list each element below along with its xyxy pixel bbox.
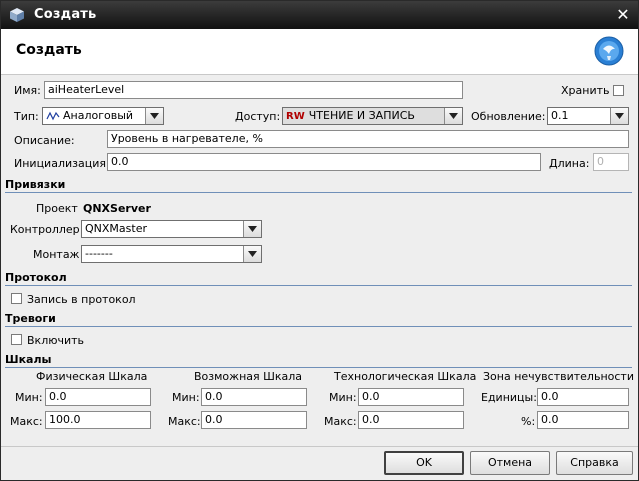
scales-separator [5, 367, 632, 368]
update-combo[interactable]: 0.1 [547, 107, 629, 125]
name-label: Имя: [14, 84, 41, 97]
deadzone-title: Зона нечувствительности [483, 370, 634, 383]
cube-icon [10, 8, 24, 22]
ok-button[interactable]: OK [384, 451, 464, 475]
deadzone-percent-input[interactable]: 0.0 [537, 411, 629, 429]
access-combo[interactable]: RW ЧТЕНИЕ И ЗАПИСЬ [282, 107, 463, 125]
update-value: 0.1 [551, 109, 569, 122]
possible-max-label: Макс: [168, 415, 201, 428]
physical-min-label: Мин: [15, 391, 43, 404]
tech-min-label: Мин: [329, 391, 357, 404]
length-label: Длина: [549, 157, 590, 170]
chevron-down-icon [248, 226, 257, 232]
access-value: ЧТЕНИЕ И ЗАПИСЬ [308, 109, 415, 122]
chevron-down-icon [150, 113, 159, 119]
deadzone-units-input[interactable]: 0.0 [537, 388, 629, 406]
possible-max-input[interactable]: 0.0 [201, 411, 307, 429]
chevron-down-icon [615, 113, 624, 119]
help-button[interactable]: Справка [556, 451, 633, 475]
type-combo-arrow[interactable] [145, 108, 163, 124]
description-label: Описание: [14, 134, 75, 147]
type-label: Тип: [14, 110, 39, 123]
scales-section-title: Шкалы [5, 353, 52, 366]
cancel-button[interactable]: Отмена [470, 451, 550, 475]
access-combo-value: RW ЧТЕНИЕ И ЗАПИСЬ [286, 108, 415, 125]
deadzone-units-label: Единицы: [481, 391, 537, 404]
window-title: Создать [34, 7, 97, 22]
close-button[interactable]: ✕ [614, 6, 632, 24]
possible-min-input[interactable]: 0.0 [201, 388, 307, 406]
tech-max-label: Макс: [324, 415, 357, 428]
protocol-section-title: Протокол [5, 271, 67, 284]
access-combo-arrow[interactable] [444, 108, 462, 124]
name-input[interactable]: aiHeaterLevel [44, 81, 463, 99]
deadzone-percent-label: %: [521, 415, 536, 428]
alarm-enable-label: Включить [27, 334, 85, 347]
alarms-section-title: Тревоги [5, 312, 56, 325]
physical-max-label: Макс: [10, 415, 43, 428]
alarms-separator [5, 326, 632, 327]
physical-scale-title: Физическая Шкала [36, 370, 148, 383]
globe-icon [594, 36, 624, 66]
controller-value: QNXMaster [85, 222, 147, 235]
protocol-separator [5, 285, 632, 286]
title-bar: Создать ✕ [1, 1, 638, 29]
page-title: Создать [16, 42, 82, 58]
bindings-separator [5, 192, 632, 193]
update-label: Обновление: [471, 110, 546, 123]
dialog-window: Создать ✕ Создать Имя: aiHeaterLevel Хра… [0, 0, 639, 481]
type-combo-value: Аналоговый [46, 108, 133, 124]
access-label: Доступ: [235, 110, 281, 123]
close-icon: ✕ [616, 5, 630, 24]
mount-combo[interactable]: ------- [81, 245, 262, 263]
project-value: QNXServer [83, 202, 151, 215]
tech-min-input[interactable]: 0.0 [358, 388, 464, 406]
log-label: Запись в протокол [27, 293, 136, 306]
controller-label: Контроллер [10, 223, 80, 236]
init-input[interactable]: 0.0 [107, 153, 541, 171]
type-value: Аналоговый [63, 109, 134, 122]
footer-separator [1, 446, 638, 447]
description-input[interactable]: Уровень в нагревателе, % [107, 130, 629, 148]
update-combo-arrow[interactable] [610, 108, 628, 124]
alarm-enable-checkbox[interactable] [11, 334, 22, 345]
length-input[interactable]: 0 [593, 153, 629, 171]
rw-badge: RW [286, 111, 305, 122]
init-label: Инициализация: [14, 157, 110, 170]
mount-label: Монтаж [33, 248, 80, 261]
physical-min-input[interactable]: 0.0 [45, 388, 151, 406]
controller-combo[interactable]: QNXMaster [81, 220, 262, 238]
project-label: Проект [36, 202, 78, 215]
bindings-section-title: Привязки [5, 178, 66, 191]
type-combo[interactable]: Аналоговый [42, 107, 164, 125]
dialog-header: Создать [1, 29, 638, 75]
chevron-down-icon [449, 113, 458, 119]
store-checkbox[interactable] [613, 85, 624, 96]
controller-combo-arrow[interactable] [243, 221, 261, 237]
log-checkbox[interactable] [11, 293, 22, 304]
physical-max-input[interactable]: 100.0 [45, 411, 151, 429]
store-label: Хранить [561, 84, 610, 97]
chevron-down-icon [248, 251, 257, 257]
tech-scale-title: Технологическая Шкала [334, 370, 477, 383]
possible-min-label: Мин: [172, 391, 200, 404]
mount-combo-arrow[interactable] [243, 246, 261, 262]
mount-value: ------- [85, 247, 113, 260]
tech-max-input[interactable]: 0.0 [358, 411, 464, 429]
possible-scale-title: Возможная Шкала [194, 370, 303, 383]
waveform-icon [46, 111, 60, 121]
